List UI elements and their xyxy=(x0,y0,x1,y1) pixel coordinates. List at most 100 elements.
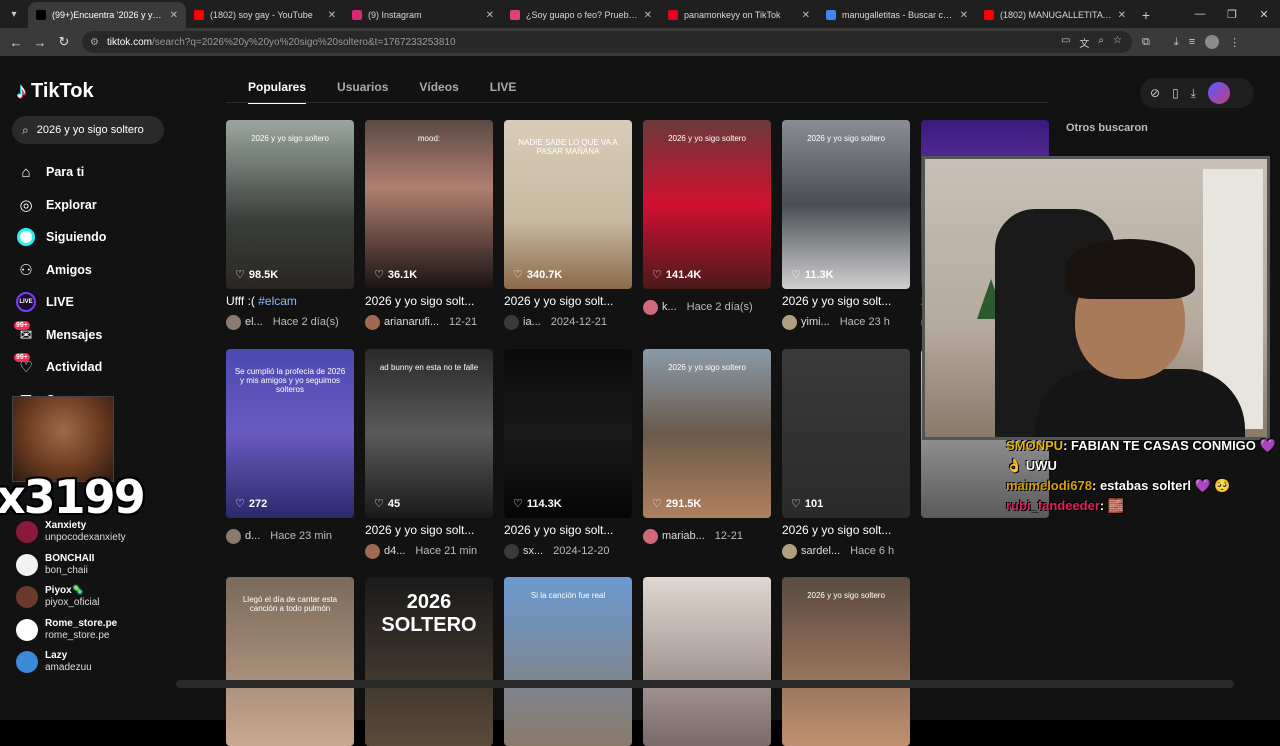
cast-icon[interactable]: ▭ xyxy=(1061,35,1070,50)
tiktok-logo[interactable]: ♪ TikTok xyxy=(16,78,94,104)
creator-username[interactable]: ia... xyxy=(523,316,541,328)
user-avatar[interactable] xyxy=(1207,82,1230,104)
video-card[interactable]: Si la canción fue real xyxy=(504,577,632,746)
following-account-item[interactable]: BONCHAII bon_chaii xyxy=(16,549,126,582)
video-thumbnail[interactable]: 2026 y yo sigo soltero ♡ 291.5K xyxy=(643,349,771,518)
creator-username[interactable]: mariab... xyxy=(662,530,705,542)
video-caption[interactable]: Ufff :( #elcam xyxy=(226,294,354,310)
browser-tab[interactable]: (1802) soy gay - YouTube ✕ xyxy=(186,2,344,28)
creator-username[interactable]: d... xyxy=(245,530,260,542)
tab-populares[interactable]: Populares xyxy=(248,80,307,104)
video-card[interactable]: Se cumplió la profecía de 2026 y mis ami… xyxy=(226,349,354,544)
video-caption[interactable]: 2026 y yo sigo solt... xyxy=(365,294,493,310)
video-thumbnail[interactable]: mood: ♡ 36.1K xyxy=(365,120,493,289)
sidebar-item-explorar[interactable]: ◎ Explorar xyxy=(16,189,106,222)
video-card[interactable]: ad bunny en esta no te falle ♡ 45 2026 y yo… xyxy=(365,349,493,559)
horizontal-scrollbar[interactable] xyxy=(176,680,1234,688)
creator-avatar[interactable] xyxy=(643,528,658,544)
browser-tab[interactable]: manugalletitas - Buscar con G ✕ xyxy=(818,2,976,28)
close-icon[interactable]: ✕ xyxy=(1248,0,1280,28)
video-thumbnail[interactable]: ♡ 101 xyxy=(782,349,910,518)
creator-avatar[interactable] xyxy=(365,314,380,330)
back-icon[interactable]: ← xyxy=(4,30,28,54)
video-thumbnail[interactable]: 2026 y yo sigo soltero ♡ 11.3K xyxy=(782,120,910,289)
video-thumbnail[interactable]: 2026 SOLTERO xyxy=(365,577,493,746)
creator-avatar[interactable] xyxy=(226,314,241,330)
video-caption[interactable]: 2026 y yo sigo solt... xyxy=(504,294,632,310)
video-thumbnail[interactable]: Llegó el día de cantar esta canción a to… xyxy=(226,577,354,746)
forward-icon[interactable]: → xyxy=(28,30,52,54)
tab-close-icon[interactable]: ✕ xyxy=(644,10,652,21)
search-input[interactable]: ⌕ 2026 y yo sigo soltero xyxy=(12,116,164,144)
new-tab-button[interactable]: + xyxy=(1134,2,1158,28)
creator-avatar[interactable] xyxy=(782,314,797,330)
sidebar-item-live[interactable]: LIVE LIVE xyxy=(16,286,106,319)
browser-tab[interactable]: ¿Soy guapo o feo? Prueba de a ✕ xyxy=(502,2,660,28)
tab-vdeos[interactable]: Vídeos xyxy=(419,80,458,104)
creator-avatar[interactable] xyxy=(504,543,519,559)
device-icon[interactable]: ▯ xyxy=(1172,86,1179,100)
video-card[interactable] xyxy=(643,577,771,746)
sidebar-item-actividad[interactable]: ♡ 99+ Actividad xyxy=(14,351,106,384)
sidebar-item-para-ti[interactable]: ⌂ Para ti xyxy=(16,156,106,189)
tab-close-icon[interactable]: ✕ xyxy=(960,10,968,21)
video-card[interactable]: 2026 y yo sigo soltero ♡ 141.4K k... Hace 2 … xyxy=(643,120,771,315)
creator-username[interactable]: k... xyxy=(662,301,677,313)
tab-close-icon[interactable]: ✕ xyxy=(170,10,178,21)
browser-menu-icon[interactable]: ⋮ xyxy=(1229,36,1240,49)
following-account-item[interactable]: Lazy amadezuu xyxy=(16,646,126,679)
minimize-icon[interactable]: — xyxy=(1184,0,1216,28)
creator-username[interactable]: arianarufi... xyxy=(384,316,439,328)
extensions-icon[interactable]: ⧉ xyxy=(1142,36,1150,49)
sidebar-item-amigos[interactable]: ⚇ Amigos xyxy=(16,254,106,287)
video-card[interactable]: ♡ 114.3K 2026 y yo sigo solt... sx... 2024-1… xyxy=(504,349,632,559)
creator-avatar[interactable] xyxy=(504,314,519,330)
creator-username[interactable]: yimi... xyxy=(801,316,830,328)
coins-icon[interactable]: ⊘ xyxy=(1150,86,1160,100)
following-account-item[interactable]: Rome_store.pe rome_store.pe xyxy=(16,614,126,647)
tab-close-icon[interactable]: ✕ xyxy=(486,10,494,21)
tab-close-icon[interactable]: ✕ xyxy=(1118,10,1126,21)
browser-tab[interactable]: (99+)Encuentra '2026 y yo sigo ✕ xyxy=(28,2,186,28)
creator-username[interactable]: d4... xyxy=(384,545,405,557)
video-card[interactable]: 2026 y yo sigo soltero ♡ 11.3K 2026 y yo si… xyxy=(782,120,910,330)
profile-avatar[interactable] xyxy=(1205,35,1220,49)
video-thumbnail[interactable]: 2026 y yo sigo soltero ♡ 98.5K xyxy=(226,120,354,289)
video-card[interactable]: 2026 y yo sigo soltero xyxy=(782,577,910,746)
sidebar-item-mensajes[interactable]: ✉ 99+ Mensajes xyxy=(14,319,106,352)
creator-avatar[interactable] xyxy=(226,528,241,544)
video-card[interactable]: mood: ♡ 36.1K 2026 y yo sigo solt... arianar… xyxy=(365,120,493,330)
video-thumbnail[interactable]: ♡ 114.3K xyxy=(504,349,632,518)
tab-usuarios[interactable]: Usuarios xyxy=(337,80,388,104)
creator-avatar[interactable] xyxy=(643,299,658,315)
video-card[interactable]: NADIE SABE LO QUE VA A PASAR MAÑANA ♡ 340.… xyxy=(504,120,632,330)
restore-icon[interactable]: ❐ xyxy=(1216,0,1248,28)
browser-tab[interactable]: panamonkeyy on TikTok ✕ xyxy=(660,2,818,28)
video-thumbnail[interactable]: 2026 y yo sigo soltero xyxy=(782,577,910,746)
creator-avatar[interactable] xyxy=(782,543,797,559)
zoom-icon[interactable]: ⌕ xyxy=(1098,35,1104,50)
video-thumbnail[interactable]: NADIE SABE LO QUE VA A PASAR MAÑANA ♡ 340.… xyxy=(504,120,632,289)
url-input[interactable]: ⚙ tiktok.com /search?q=2026%20y%20yo%20s… xyxy=(82,31,1132,53)
reload-icon[interactable]: ↻ xyxy=(52,30,76,54)
video-caption[interactable]: 2026 y yo sigo solt... xyxy=(782,523,910,539)
caption-hashtag[interactable]: #elcam xyxy=(258,294,297,308)
video-thumbnail[interactable] xyxy=(643,577,771,746)
bookmark-star-icon[interactable]: ☆ xyxy=(1113,35,1122,50)
video-caption[interactable]: 2026 y yo sigo solt... xyxy=(365,523,493,539)
creator-username[interactable]: sx... xyxy=(523,545,543,557)
creator-username[interactable]: sardel... xyxy=(801,545,840,557)
sidebar-item-siguiendo[interactable]: Siguiendo xyxy=(16,221,106,254)
creator-avatar[interactable] xyxy=(365,543,380,559)
video-card[interactable]: Llegó el día de cantar esta canción a to… xyxy=(226,577,354,746)
video-card[interactable]: 2026 y yo sigo soltero ♡ 291.5K mariab... 12… xyxy=(643,349,771,544)
tab-close-icon[interactable]: ✕ xyxy=(802,10,810,21)
site-info-icon[interactable]: ⚙ xyxy=(90,37,99,48)
tab-search-icon[interactable]: ▾ xyxy=(0,0,28,28)
video-caption[interactable]: 2026 y yo sigo solt... xyxy=(504,523,632,539)
reading-list-icon[interactable]: ≡ xyxy=(1189,36,1195,48)
translate-icon[interactable]: 文 xyxy=(1079,35,1089,50)
tab-close-icon[interactable]: ✕ xyxy=(328,10,336,21)
video-card[interactable]: ♡ 101 2026 y yo sigo solt... sardel... Hace … xyxy=(782,349,910,559)
video-thumbnail[interactable]: 2026 y yo sigo soltero ♡ 141.4K xyxy=(643,120,771,289)
